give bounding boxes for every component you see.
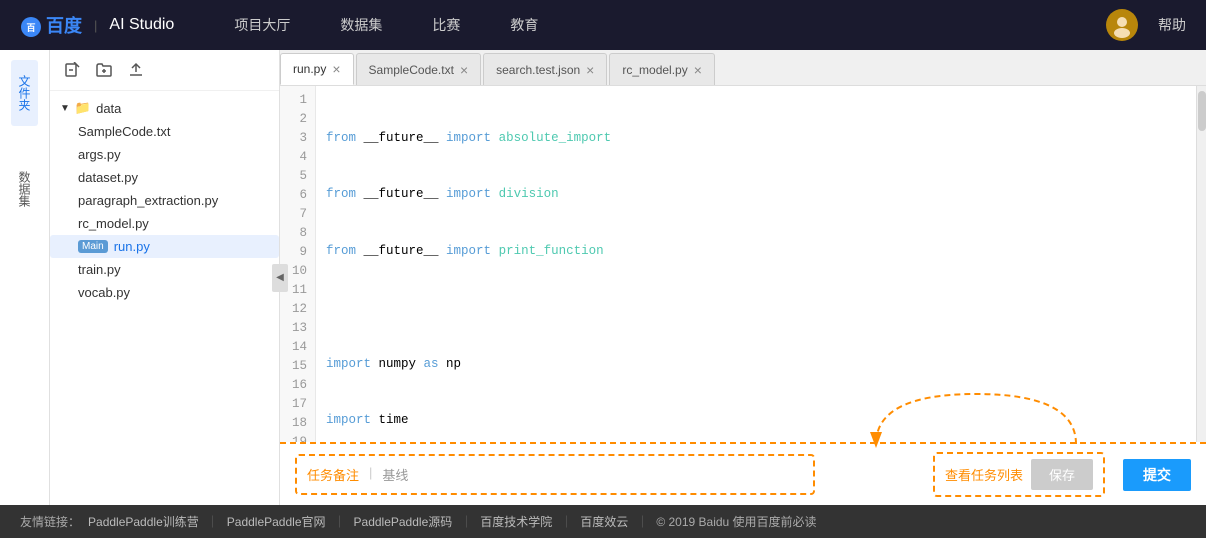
- nav-item-datasets[interactable]: 数据集: [340, 15, 382, 35]
- submit-button[interactable]: 提交: [1123, 459, 1191, 491]
- tab-label: SampleCode.txt: [369, 63, 454, 77]
- list-item[interactable]: vocab.py: [50, 281, 279, 304]
- scrollbar-vertical[interactable]: [1196, 86, 1206, 442]
- topnav: 百 百度 | AI Studio 项目大厅 数据集 比赛 教育 帮助: [0, 0, 1206, 50]
- task-input-area: 任务备注 | 基线: [295, 454, 815, 495]
- new-file-button[interactable]: [60, 58, 84, 82]
- tab-search-json[interactable]: search.test.json ×: [483, 53, 607, 85]
- list-item[interactable]: SampleCode.txt: [50, 120, 279, 143]
- run-py-label: run.py: [114, 239, 150, 254]
- divider: |: [369, 461, 372, 488]
- nav-item-projects[interactable]: 项目大厅: [234, 15, 290, 35]
- footer-link-baidu-school[interactable]: 百度技术学院: [480, 513, 552, 530]
- tab-samplecode[interactable]: SampleCode.txt ×: [356, 53, 482, 85]
- tab-rc-model[interactable]: rc_model.py ×: [609, 53, 715, 85]
- task-input[interactable]: [413, 461, 803, 488]
- tabs-bar: run.py × SampleCode.txt × search.test.js…: [280, 50, 1206, 86]
- tab-label: search.test.json: [496, 63, 580, 77]
- logo-baidu: 百 百度: [20, 12, 82, 38]
- view-tasks-button[interactable]: 查看任务列表: [945, 465, 1023, 484]
- list-item[interactable]: paragraph_extraction.py: [50, 189, 279, 212]
- tab-close[interactable]: ×: [586, 63, 594, 77]
- code-wrapper: 1234 5678 9101112 13141516 17181920 2122…: [280, 86, 1206, 442]
- code-lines: from __future__ import absolute_import f…: [316, 86, 1196, 442]
- file-tree-header: [50, 50, 279, 91]
- list-item[interactable]: dataset.py: [50, 166, 279, 189]
- nav-right: 帮助: [1106, 9, 1186, 41]
- tab-files[interactable]: 文件夹: [11, 60, 38, 126]
- scrollbar-thumb: [1198, 91, 1206, 131]
- help-link[interactable]: 帮助: [1158, 15, 1186, 35]
- code-scroll[interactable]: 1234 5678 9101112 13141516 17181920 2122…: [280, 86, 1196, 442]
- tab-label: rc_model.py: [622, 63, 687, 77]
- logo-area: 百 百度 | AI Studio: [20, 12, 174, 38]
- nav-item-education[interactable]: 教育: [510, 15, 538, 35]
- tab-close[interactable]: ×: [694, 63, 702, 77]
- sidebar-icons: 文件夹 数据集: [0, 50, 50, 505]
- folder-icon: 📁: [75, 100, 91, 116]
- svg-text:百: 百: [26, 23, 35, 33]
- footer-prefix: 友情链接：: [20, 513, 80, 530]
- upload-button[interactable]: [124, 58, 148, 82]
- nav-items: 项目大厅 数据集 比赛 教育: [234, 15, 1106, 35]
- list-item[interactable]: train.py: [50, 258, 279, 281]
- code-content: 1234 5678 9101112 13141516 17181920 2122…: [280, 86, 1196, 442]
- footer-link-baidu-cloud[interactable]: 百度效云: [580, 513, 628, 530]
- footer-sep: ｜: [636, 513, 648, 530]
- right-actions: 查看任务列表 保存: [933, 452, 1105, 497]
- tab-run-py[interactable]: run.py ×: [280, 53, 354, 85]
- main-badge: Main: [78, 240, 108, 253]
- file-tree-body: ▼ 📁 data SampleCode.txt args.py dataset.…: [50, 91, 279, 505]
- tab-label: run.py: [293, 62, 326, 76]
- tab-close[interactable]: ×: [460, 63, 468, 77]
- footer-sep: ｜: [207, 513, 219, 530]
- nav-item-competition[interactable]: 比赛: [432, 15, 460, 35]
- footer-link-paddle-src[interactable]: PaddlePaddle源码: [354, 513, 453, 530]
- footer-copyright: © 2019 Baidu 使用百度前必读: [656, 513, 816, 530]
- footer-link-paddle-official[interactable]: PaddlePaddle官网: [227, 513, 326, 530]
- bottom-panel: 任务备注 | 基线 查看任务列表 保存 提交: [280, 442, 1206, 505]
- footer-sep: ｜: [560, 513, 572, 530]
- baseline-label: 基线: [382, 461, 408, 488]
- collapse-arrow[interactable]: ◀: [272, 264, 288, 292]
- folder-data[interactable]: ▼ 📁 data: [50, 96, 279, 120]
- editor-area: run.py × SampleCode.txt × search.test.js…: [280, 50, 1206, 505]
- tab-datasets[interactable]: 数据集: [11, 156, 38, 222]
- footer-link-paddle-camp[interactable]: PaddlePaddle训练营: [88, 513, 199, 530]
- file-tree: ▼ 📁 data SampleCode.txt args.py dataset.…: [50, 50, 280, 505]
- list-item[interactable]: args.py: [50, 143, 279, 166]
- folder-label: data: [96, 101, 121, 116]
- footer-sep: ｜: [460, 513, 472, 530]
- task-label: 任务备注: [307, 461, 359, 488]
- tab-close[interactable]: ×: [332, 62, 340, 76]
- logo-sep: |: [94, 18, 97, 33]
- main-content: 文件夹 数据集 ▼ 📁 data SampleCode.txt args.py: [0, 50, 1206, 505]
- list-item[interactable]: rc_model.py: [50, 212, 279, 235]
- logo-ai: AI Studio: [109, 16, 174, 34]
- list-item-run[interactable]: Main run.py: [50, 235, 279, 258]
- footer: 友情链接： PaddlePaddle训练营 ｜ PaddlePaddle官网 ｜…: [0, 505, 1206, 538]
- footer-sep: ｜: [334, 513, 346, 530]
- new-folder-button[interactable]: [92, 58, 116, 82]
- avatar[interactable]: [1106, 9, 1138, 41]
- chevron-down-icon: ▼: [60, 103, 70, 114]
- save-button[interactable]: 保存: [1031, 459, 1093, 490]
